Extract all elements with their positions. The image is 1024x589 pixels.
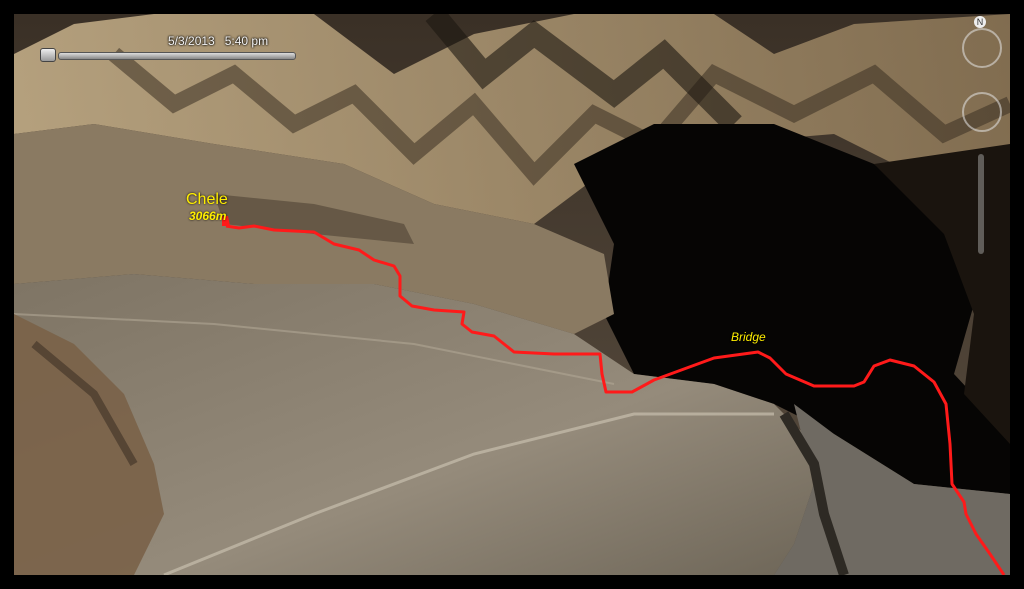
time-slider[interactable]: 5/3/2013 5:40 pm — [28, 34, 296, 62]
elevation-label: 3066m — [189, 209, 227, 223]
terrain-imagery — [14, 14, 1010, 575]
bridge-label: Bridge — [731, 330, 766, 344]
map-viewport[interactable]: 5/3/2013 5:40 pm Chele 3066m Bridge N — [14, 14, 1010, 575]
move-joystick-icon[interactable] — [962, 92, 1002, 132]
compass-north-icon[interactable]: N — [974, 16, 986, 28]
time-slider-left-handle[interactable] — [40, 48, 56, 62]
look-around-icon[interactable] — [962, 28, 1002, 68]
navigation-controls: N — [960, 14, 1010, 254]
village-label: Chele — [186, 191, 228, 208]
date-time-label: 5/3/2013 5:40 pm — [168, 34, 269, 48]
time-slider-track[interactable] — [58, 52, 296, 60]
zoom-slider[interactable] — [978, 154, 984, 254]
